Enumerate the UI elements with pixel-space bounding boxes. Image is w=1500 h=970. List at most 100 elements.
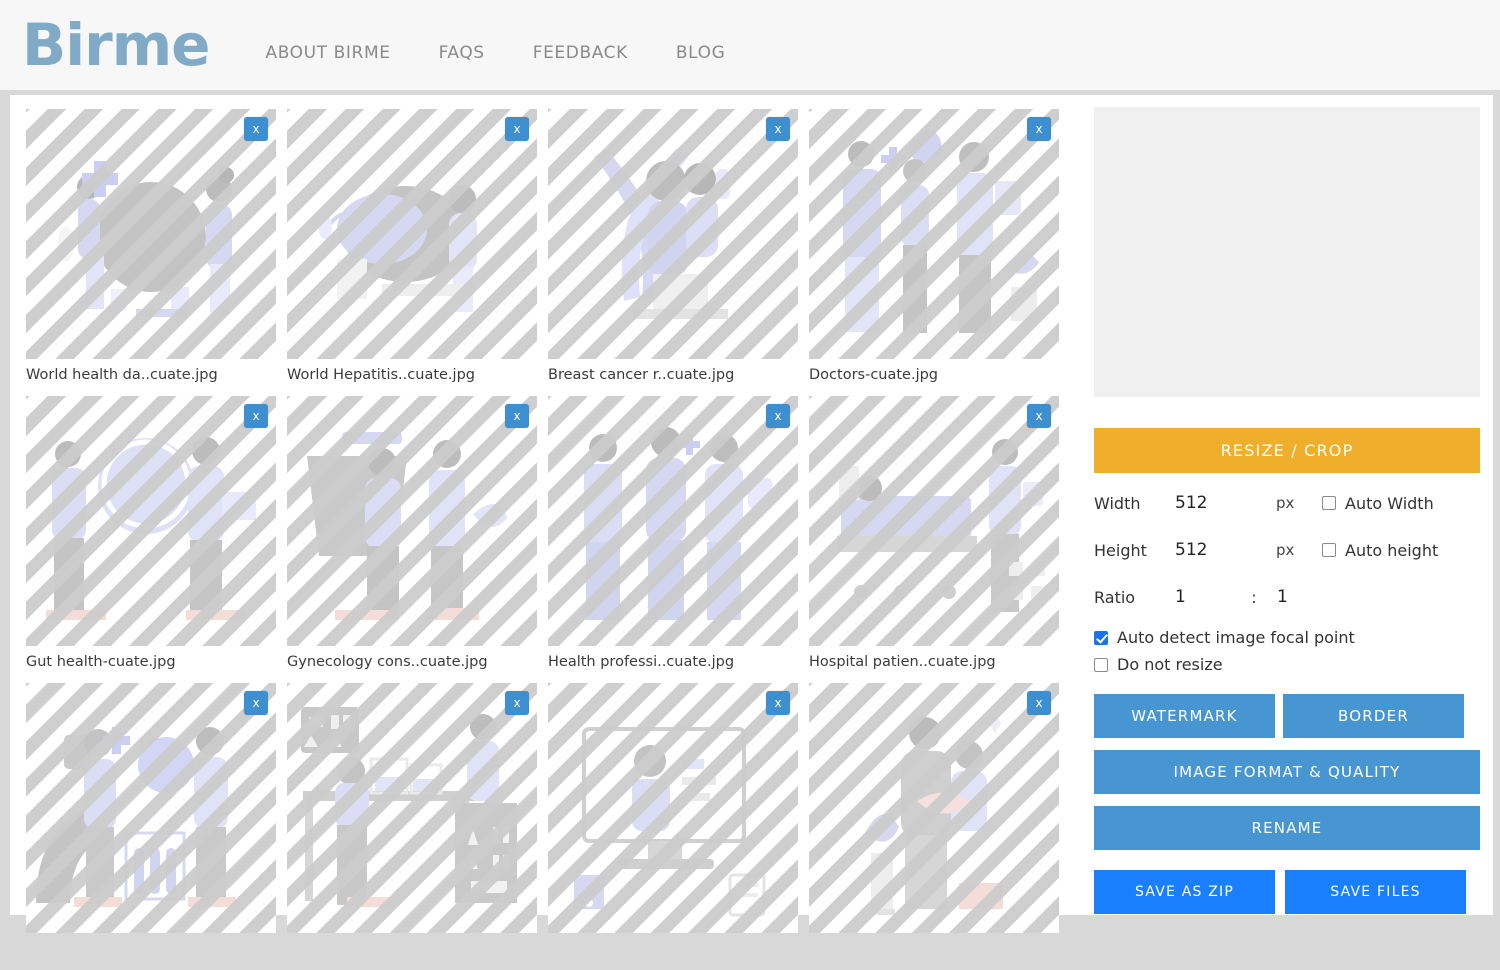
checkbox-box-icon[interactable]: [1094, 657, 1108, 672]
thumbnail-item[interactable]: x Hospital patien..cuate.jpg: [809, 396, 1070, 683]
image-preview-area[interactable]: [1094, 107, 1480, 397]
height-unit: px: [1276, 541, 1295, 559]
width-input[interactable]: [1165, 486, 1263, 520]
illustration-gynecology-consultation: [307, 432, 507, 620]
height-input[interactable]: [1165, 533, 1263, 567]
height-row: Height px Auto height: [1094, 533, 1480, 567]
remove-thumbnail-button[interactable]: x: [244, 117, 268, 141]
watermark-border-row: WATERMARK BORDER: [1094, 694, 1480, 738]
watermark-button[interactable]: WATERMARK: [1094, 694, 1275, 738]
thumbnail-image[interactable]: x: [809, 396, 1059, 646]
thumbnail-filename: Gut health-cuate.jpg: [26, 654, 176, 670]
thumbnail-image[interactable]: x: [287, 683, 537, 933]
resize-crop-button[interactable]: RESIZE / CROP: [1094, 428, 1480, 473]
ratio-label: Ratio: [1094, 587, 1136, 607]
site-logo[interactable]: Birme: [22, 16, 210, 74]
rename-button[interactable]: RENAME: [1094, 806, 1480, 850]
thumbnail-item[interactable]: x: [26, 683, 287, 970]
thumbnail-item[interactable]: x Doctors-cuate.jpg: [809, 109, 1070, 396]
save-files-button[interactable]: SAVE FILES: [1285, 870, 1466, 914]
border-button[interactable]: BORDER: [1283, 694, 1464, 738]
remove-thumbnail-button[interactable]: x: [244, 691, 268, 715]
thumbnail-item[interactable]: x: [287, 683, 548, 970]
thumbnail-item[interactable]: x World Hepatitis..cuate.jpg: [287, 109, 548, 396]
thumbnail-item[interactable]: x Gynecology cons..cuate.jpg: [287, 396, 548, 683]
nav-item-blog[interactable]: BLOG: [676, 43, 725, 63]
illustration-health-professionals: [584, 427, 772, 620]
remove-thumbnail-button[interactable]: x: [766, 117, 790, 141]
thumbnail-item[interactable]: x Breast cancer r..cuate.jpg: [548, 109, 809, 396]
illustration-breast-cancer-ribbon: [594, 149, 730, 319]
thumbnail-filename: Hospital patien..cuate.jpg: [809, 654, 996, 670]
thumbnail-filename: World health da..cuate.jpg: [26, 367, 218, 383]
thumbnail-image[interactable]: x: [809, 683, 1059, 933]
site-header: Birme ABOUT BIRME FAQS FEEDBACK BLOG: [0, 0, 1500, 90]
remove-thumbnail-button[interactable]: x: [1027, 117, 1051, 141]
width-unit: px: [1276, 494, 1295, 512]
thumbnail-filename: Breast cancer r..cuate.jpg: [548, 367, 735, 383]
thumbnail-image[interactable]: x: [548, 109, 798, 359]
thumbnail-image[interactable]: x: [26, 396, 276, 646]
illustration-world-hepatitis-day: [318, 185, 477, 312]
page-body: x World health da..cuate.jpg x World Hep…: [0, 90, 1500, 933]
illustration-laboratory-microscope: [36, 727, 236, 907]
height-label: Height: [1094, 540, 1147, 560]
thumbnail-grid: x World health da..cuate.jpg x World Hep…: [26, 109, 1082, 933]
illustration-nurse-and-patient: [865, 713, 1003, 915]
thumbnail-item[interactable]: x: [548, 683, 809, 970]
thumbnail-item[interactable]: x Gut health-cuate.jpg: [26, 396, 287, 683]
checkbox-box-icon[interactable]: [1322, 496, 1336, 510]
save-as-zip-button[interactable]: SAVE AS ZIP: [1094, 870, 1275, 914]
nav-item-feedback[interactable]: FEEDBACK: [533, 43, 628, 63]
thumbnail-filename: Doctors-cuate.jpg: [809, 367, 939, 383]
app-frame: x World health da..cuate.jpg x World Hep…: [10, 95, 1493, 933]
illustration-world-health-day: [58, 161, 234, 317]
illustration-doctors: [843, 130, 1039, 333]
thumbnail-image[interactable]: x: [548, 396, 798, 646]
thumbnail-image[interactable]: x: [287, 109, 537, 359]
remove-thumbnail-button[interactable]: x: [505, 691, 529, 715]
thumbnail-image[interactable]: x: [548, 683, 798, 933]
main-navigation: ABOUT BIRME FAQS FEEDBACK BLOG: [265, 43, 725, 63]
remove-thumbnail-button[interactable]: x: [766, 691, 790, 715]
auto-height-checkbox[interactable]: Auto height: [1322, 541, 1438, 560]
illustration-gut-health: [46, 437, 256, 620]
thumbnail-image[interactable]: x: [809, 109, 1059, 359]
do-not-resize-checkbox[interactable]: Do not resize: [1094, 655, 1480, 674]
illustration-lab-research-desk: [301, 707, 517, 907]
auto-height-label: Auto height: [1345, 540, 1439, 560]
remove-thumbnail-button[interactable]: x: [1027, 691, 1051, 715]
ratio-separator: :: [1251, 587, 1257, 607]
ratio-width-input[interactable]: [1165, 580, 1241, 614]
auto-width-checkbox[interactable]: Auto Width: [1322, 494, 1434, 513]
thumbnail-image[interactable]: x: [26, 683, 276, 933]
nav-item-faqs[interactable]: FAQS: [439, 43, 485, 63]
remove-thumbnail-button[interactable]: x: [505, 404, 529, 428]
thumbnail-item[interactable]: x World health da..cuate.jpg: [26, 109, 287, 396]
remove-thumbnail-button[interactable]: x: [505, 117, 529, 141]
auto-focal-point-checkbox[interactable]: Auto detect image focal point: [1094, 628, 1480, 647]
thumbnail-item[interactable]: x: [809, 683, 1070, 970]
remove-thumbnail-button[interactable]: x: [244, 404, 268, 428]
remove-thumbnail-button[interactable]: x: [1027, 404, 1051, 428]
checkbox-checked-icon[interactable]: [1094, 630, 1108, 645]
save-buttons-row: SAVE AS ZIP SAVE FILES: [1094, 870, 1480, 914]
thumbnail-filename: World Hepatitis..cuate.jpg: [287, 367, 475, 383]
illustration-hospital-patient: [837, 439, 1045, 612]
thumbnail-filename: Gynecology cons..cuate.jpg: [287, 654, 488, 670]
thumbnail-image[interactable]: x: [287, 396, 537, 646]
image-format-quality-button[interactable]: IMAGE FORMAT & QUALITY: [1094, 750, 1480, 794]
thumbnail-item[interactable]: x Health professi..cuate.jpg: [548, 396, 809, 683]
ratio-height-input[interactable]: [1267, 580, 1343, 614]
auto-focal-point-label: Auto detect image focal point: [1117, 628, 1355, 647]
illustration-telemedicine-screen: [574, 727, 766, 917]
do-not-resize-label: Do not resize: [1117, 655, 1223, 674]
width-label: Width: [1094, 493, 1141, 513]
ratio-row: Ratio :: [1094, 580, 1480, 614]
nav-item-about-birme[interactable]: ABOUT BIRME: [265, 43, 390, 63]
width-row: Width px Auto Width: [1094, 486, 1480, 520]
checkbox-box-icon[interactable]: [1322, 543, 1336, 557]
thumbnail-filename: Health professi..cuate.jpg: [548, 654, 735, 670]
remove-thumbnail-button[interactable]: x: [766, 404, 790, 428]
thumbnail-image[interactable]: x: [26, 109, 276, 359]
